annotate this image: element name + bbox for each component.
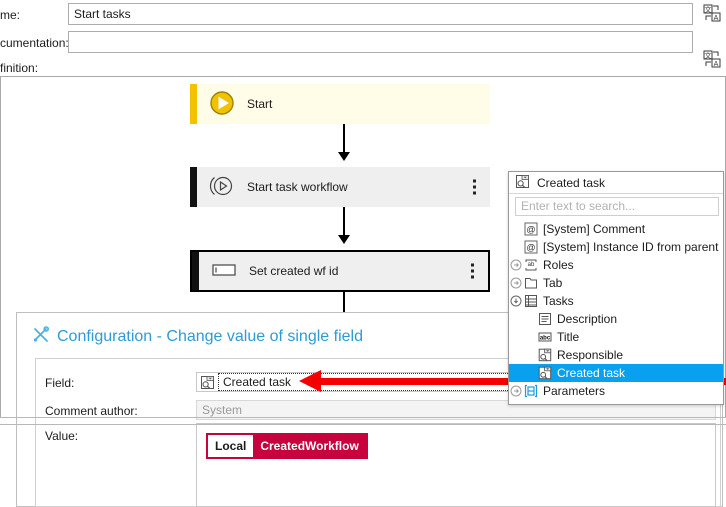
tree-item-tasks[interactable]: Tasks xyxy=(509,292,723,310)
value-editor[interactable]: Local CreatedWorkflow xyxy=(196,423,716,507)
svg-text:文: 文 xyxy=(705,51,712,60)
node-label: Set created wf id xyxy=(249,264,339,278)
arrow-down-icon xyxy=(338,235,350,244)
node-label: Start xyxy=(247,97,273,111)
play-circle-outline-icon xyxy=(209,173,235,202)
tree-item-label: Tab xyxy=(543,276,563,290)
svg-text:@: @ xyxy=(526,243,535,253)
abc-icon: abc xyxy=(537,330,553,344)
tree-item-created-task[interactable]: Created task xyxy=(509,364,723,382)
tree-item-tab[interactable]: Tab xyxy=(509,274,723,292)
chevron-down-icon[interactable] xyxy=(509,295,523,307)
tree-item-system-instance-id[interactable]: @ [System] Instance ID from parent xyxy=(509,238,723,256)
node-label: Start task workflow xyxy=(247,180,348,194)
tree-item-parameters[interactable]: Parameters xyxy=(509,382,723,400)
workflow-node-start[interactable]: Start xyxy=(190,84,490,124)
tree-item-label: Created task xyxy=(557,366,626,380)
token-name: CreatedWorkflow xyxy=(253,435,366,457)
play-circle-icon xyxy=(209,90,235,119)
tree-item-title[interactable]: abc Title xyxy=(509,328,723,346)
node-accent-bar xyxy=(190,167,197,207)
node-accent-bar xyxy=(192,252,199,290)
chevron-right-icon[interactable] xyxy=(509,277,523,289)
at-icon: @ xyxy=(523,240,539,254)
svg-text:ab: ab xyxy=(528,262,535,268)
tree-item-responsible[interactable]: Responsible xyxy=(509,346,723,364)
field-picker-panel[interactable]: Created task Enter text to search... @ [… xyxy=(508,171,724,405)
svg-text:A: A xyxy=(714,61,719,68)
svg-text:@: @ xyxy=(526,225,535,235)
svg-text:abc: abc xyxy=(540,336,551,342)
tools-icon xyxy=(33,326,50,348)
token-scope: Local xyxy=(215,439,247,453)
kebab-menu-icon[interactable] xyxy=(473,179,476,195)
tree-item-label: Parameters xyxy=(543,384,606,398)
translate-icon[interactable]: 文 A xyxy=(703,4,721,22)
connector-line xyxy=(343,207,345,238)
lookup-field-icon xyxy=(537,366,553,380)
lookup-field-icon xyxy=(515,174,530,192)
chevron-right-icon[interactable] xyxy=(509,259,523,271)
arrow-down-icon xyxy=(338,152,350,161)
tree-item-label: [System] Instance ID from parent xyxy=(543,240,719,254)
configuration-title: Configuration - Change value of single f… xyxy=(33,326,363,348)
chevron-right-icon[interactable] xyxy=(509,385,523,397)
text-field-icon xyxy=(211,260,237,283)
tree-item-label: Tasks xyxy=(543,294,574,308)
name-input[interactable]: Start tasks xyxy=(68,3,693,25)
field-picker-tree[interactable]: @ [System] Comment @ [System] Instance I… xyxy=(509,218,723,400)
field-label: Field: xyxy=(45,376,75,390)
tree-item-description[interactable]: Description xyxy=(509,310,723,328)
lookup-field-icon[interactable] xyxy=(197,375,217,390)
tree-item-label: Title xyxy=(557,330,580,344)
tree-item-label: Roles xyxy=(543,258,574,272)
connector-line xyxy=(343,292,345,312)
documentation-input[interactable] xyxy=(68,31,693,53)
panel-divider xyxy=(0,417,726,418)
tree-item-system-comment[interactable]: @ [System] Comment xyxy=(509,220,723,238)
configuration-title-text: Configuration - Change value of single f… xyxy=(57,328,363,345)
value-label: Value: xyxy=(45,429,79,443)
string-field-icon: ab xyxy=(523,258,539,272)
at-icon: @ xyxy=(523,222,539,236)
name-label: me: xyxy=(0,8,21,22)
value-token[interactable]: Local CreatedWorkflow xyxy=(206,433,368,459)
parameters-icon xyxy=(523,384,539,398)
red-pointer-arrow-head xyxy=(299,370,321,392)
multiline-text-icon xyxy=(537,312,553,326)
svg-text:A: A xyxy=(714,15,719,22)
field-picker-search-input[interactable]: Enter text to search... xyxy=(515,197,719,216)
kebab-menu-icon[interactable] xyxy=(471,263,474,279)
tree-item-roles[interactable]: ab Roles xyxy=(509,256,723,274)
node-accent-bar xyxy=(190,84,197,124)
documentation-label: cumentation: xyxy=(0,36,69,50)
lookup-field-icon xyxy=(537,348,553,362)
tree-item-label: Responsible xyxy=(557,348,624,362)
table-icon xyxy=(523,294,539,308)
workflow-node-start-task-workflow[interactable]: Start task workflow xyxy=(190,167,490,207)
folder-icon xyxy=(523,276,539,290)
field-picker-header-label: Created task xyxy=(537,175,606,190)
field-picker-header[interactable]: Created task xyxy=(509,172,723,194)
tree-item-label: [System] Comment xyxy=(543,222,646,236)
comment-author-label: Comment author: xyxy=(45,404,138,418)
panel-divider xyxy=(0,424,726,425)
connector-line xyxy=(343,124,345,155)
translate-icon-documentation[interactable]: 文 A xyxy=(703,50,721,68)
tree-item-label: Description xyxy=(557,312,618,326)
definition-label: finition: xyxy=(0,61,39,75)
svg-text:文: 文 xyxy=(705,5,712,14)
workflow-node-set-created-wf-id[interactable]: Set created wf id xyxy=(190,250,490,292)
